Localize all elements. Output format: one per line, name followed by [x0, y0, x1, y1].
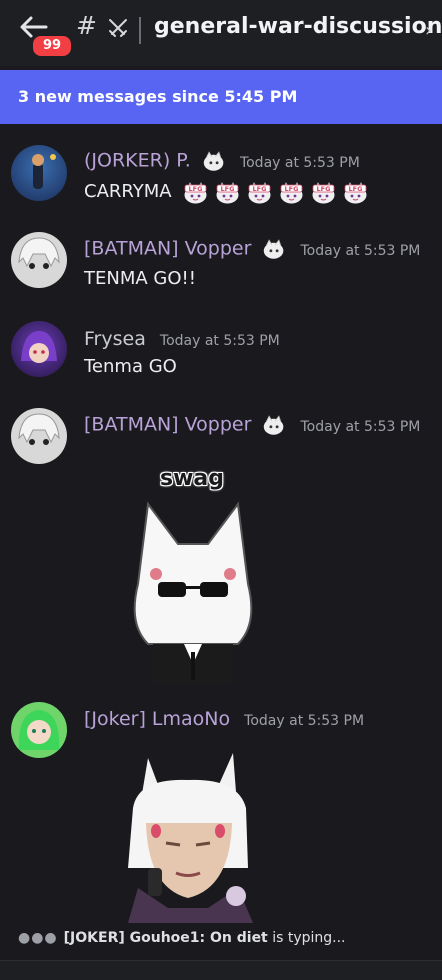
timestamp: Today at 5:53 PM [159, 333, 280, 349]
timestamp: Today at 5:53 PM [300, 242, 421, 259]
chevron-right-icon[interactable]: › [425, 20, 432, 41]
typing-user: [JOKER] Gouhoe1: On diet [63, 930, 268, 946]
header-divider [139, 17, 141, 44]
avatar[interactable] [11, 232, 67, 288]
author-name[interactable]: [BATMAN] Vopper [84, 414, 251, 436]
lfg-emoji-icon: LFG [344, 181, 367, 204]
message-5: [Joker] LmaoNo Today at 5:53 PM [0, 700, 442, 925]
message-1: (JORKER) P. Today at 5:53 PM CARRYMA LFG… [0, 140, 442, 210]
sticker-image [133, 501, 253, 684]
message-header: (JORKER) P. Today at 5:53 PM [84, 149, 360, 173]
avatar[interactable] [11, 408, 67, 464]
lfg-emoji-icon: LFG [184, 181, 207, 204]
typing-indicator: ●●● [JOKER] Gouhoe1: On diet is typing... [18, 930, 346, 946]
svg-text:LFG: LFG [349, 185, 363, 193]
author-name[interactable]: [BATMAN] Vopper [84, 238, 251, 260]
role-emoji-icon [264, 239, 284, 259]
lfg-emoji-icon: LFG [248, 181, 271, 204]
role-emoji-icon [264, 415, 284, 435]
message-4: [BATMAN] Vopper Today at 5:53 PM swag [0, 404, 442, 684]
message-header: [BATMAN] Vopper Today at 5:53 PM [84, 237, 420, 261]
message-2: [BATMAN] Vopper Today at 5:53 PM TENMA G… [0, 228, 442, 298]
author-name[interactable]: (JORKER) P. [84, 150, 191, 172]
svg-text:LFG: LFG [285, 185, 299, 193]
unread-count-badge: 99 [31, 34, 73, 58]
message-header: [Joker] LmaoNo Today at 5:53 PM [84, 708, 364, 730]
avatar[interactable] [11, 702, 67, 758]
new-messages-text: 3 new messages since 5:45 PM [18, 87, 298, 106]
channel-hash-icon: # [76, 11, 97, 40]
svg-text:LFG: LFG [317, 185, 331, 193]
message-text: TENMA GO!! [84, 268, 196, 289]
message-header: Frysea Today at 5:53 PM [84, 328, 280, 350]
timestamp: Today at 5:53 PM [244, 713, 365, 729]
role-emoji-icon [203, 151, 224, 171]
crossed-swords-icon [109, 19, 127, 37]
author-name[interactable]: Frysea [84, 328, 146, 350]
lfg-emoji-icon: LFG [280, 181, 303, 204]
lfg-emoji-icon: LFG [312, 181, 335, 204]
message-text: CARRYMA [84, 181, 172, 202]
timestamp: Today at 5:53 PM [300, 418, 421, 435]
author-name[interactable]: [Joker] LmaoNo [84, 708, 230, 730]
avatar[interactable] [11, 321, 67, 377]
message-text: Tenma GO [84, 356, 177, 377]
avatar[interactable] [11, 145, 67, 201]
svg-text:LFG: LFG [189, 185, 203, 193]
message-3: Frysea Today at 5:53 PM Tenma GO [0, 318, 442, 384]
channel-header: 99 # general-war-discussion › [0, 0, 442, 66]
timestamp: Today at 5:53 PM [239, 154, 360, 171]
sticker[interactable]: swag [118, 464, 268, 684]
new-messages-banner[interactable]: 3 new messages since 5:45 PM [0, 70, 442, 124]
bottom-bar [0, 960, 442, 980]
sticker-caption: swag [160, 466, 225, 491]
lfg-emoji-icon: LFG [216, 181, 239, 204]
message-header: [BATMAN] Vopper Today at 5:53 PM [84, 413, 420, 437]
typing-suffix: is typing... [272, 930, 346, 946]
typing-dots-icon: ●●● [18, 930, 58, 946]
svg-text:LFG: LFG [253, 185, 267, 193]
emoji-row: LFG LFG LFG LFG LFG LFG [177, 181, 369, 204]
message-content: CARRYMA LFG LFG LFG LFG LFG LFG [84, 180, 369, 204]
channel-title[interactable]: general-war-discussion [154, 14, 442, 39]
svg-text:LFG: LFG [221, 185, 235, 193]
sticker-image[interactable] [108, 748, 268, 923]
